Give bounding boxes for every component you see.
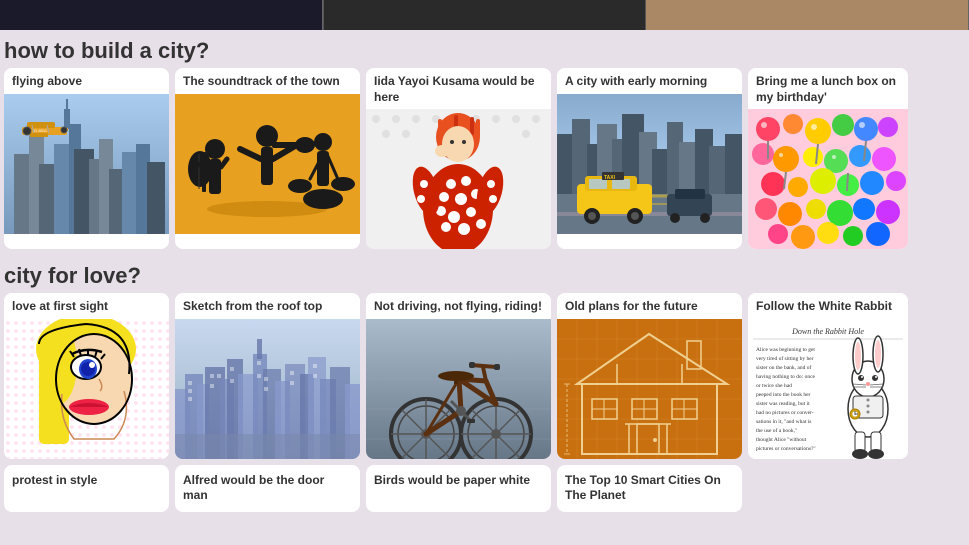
alice-svg: Down the Rabbit Hole xyxy=(748,319,908,459)
svg-text:sister on the bank, and of: sister on the bank, and of xyxy=(756,364,811,371)
skyline-svg xyxy=(175,319,360,459)
section-2-title: city for love? xyxy=(4,263,141,288)
svg-text:having nothing to do: once: having nothing to do: once xyxy=(756,374,816,380)
svg-text:thought Alice "without: thought Alice "without xyxy=(756,437,807,443)
card-rooftop[interactable]: Sketch from the roof top xyxy=(175,293,360,459)
top-image-strip xyxy=(0,0,969,30)
top-strip-img-2 xyxy=(323,0,647,30)
card-morning-title: A city with early morning xyxy=(557,68,742,94)
svg-text:peeped into the book her: peeped into the book her xyxy=(756,392,811,398)
nyc-svg: TAXI xyxy=(557,94,742,234)
card-lunch-image xyxy=(748,109,908,249)
section-1-header: how to build a city? xyxy=(0,30,969,68)
card-flying-above-title: flying above xyxy=(4,68,169,94)
svg-text:sations in it, "and what is: sations in it, "and what is xyxy=(756,419,811,425)
card-lunch-title: Bring me a lunch box on my birthday' xyxy=(748,68,908,109)
cards-row-1: flying above xyxy=(0,68,969,255)
bottom-card-birds-title: Birds would be paper white xyxy=(374,473,543,489)
card-kusama-title: Iida Yayoi Kusama would be here xyxy=(366,68,551,109)
card-plans-title: Old plans for the future xyxy=(557,293,742,319)
svg-text:the use of a book,": the use of a book," xyxy=(756,427,797,434)
card-rooftop-title: Sketch from the roof top xyxy=(175,293,360,319)
page-wrapper: how to build a city? flying above xyxy=(0,0,969,545)
svg-text:sister was reading, but it: sister was reading, but it xyxy=(756,401,810,407)
svg-text:Alice was beginning to get: Alice was beginning to get xyxy=(756,347,815,353)
card-plans[interactable]: Old plans for the future xyxy=(557,293,742,459)
card-love-sight-title: love at first sight xyxy=(4,293,169,319)
kusama-svg xyxy=(366,109,551,249)
svg-text:TAXI: TAXI xyxy=(604,175,616,181)
bottom-card-smart-inner: The Top 10 Smart Cities On The Planet xyxy=(557,465,742,512)
svg-text:G-6011: G-6011 xyxy=(34,128,48,133)
bottom-card-smart-title: The Top 10 Smart Cities On The Planet xyxy=(565,473,734,504)
blueprint-svg xyxy=(557,319,742,459)
card-soundtrack[interactable]: The soundtrack of the town xyxy=(175,68,360,249)
svg-text:or twice she had: or twice she had xyxy=(756,383,792,389)
card-bike[interactable]: Not driving, not flying, riding! xyxy=(366,293,551,459)
bottom-card-style[interactable]: protest in style xyxy=(4,465,169,512)
candy-svg xyxy=(748,109,908,249)
bottom-card-alfred-title: Alfred would be the door man xyxy=(183,473,352,504)
card-soundtrack-image xyxy=(175,94,360,234)
comic-svg xyxy=(4,319,169,459)
top-strip-img-1 xyxy=(0,0,323,30)
svg-text:Down the Rabbit Hole: Down the Rabbit Hole xyxy=(791,327,864,336)
card-plans-image xyxy=(557,319,742,459)
card-flying-above[interactable]: flying above xyxy=(4,68,169,249)
card-rooftop-image xyxy=(175,319,360,459)
top-strip-img-3 xyxy=(646,0,969,30)
biplane-svg: G-6011 xyxy=(4,94,169,234)
bottom-card-style-title: protest in style xyxy=(12,473,161,489)
bottom-card-alfred[interactable]: Alfred would be the door man xyxy=(175,465,360,512)
bottom-row: protest in style Alfred would be the doo… xyxy=(0,465,969,512)
svg-text:pictures or conversations?": pictures or conversations?" xyxy=(756,446,816,452)
bottom-card-birds-inner: Birds would be paper white xyxy=(366,465,551,500)
bottom-card-style-inner: protest in style xyxy=(4,465,169,500)
card-kusama-image xyxy=(366,109,551,249)
card-soundtrack-title: The soundtrack of the town xyxy=(175,68,360,94)
card-kusama[interactable]: Iida Yayoi Kusama would be here xyxy=(366,68,551,249)
bottom-card-birds[interactable]: Birds would be paper white xyxy=(366,465,551,512)
svg-text:had no pictures or conver-: had no pictures or conver- xyxy=(756,410,814,416)
card-morning-image: TAXI xyxy=(557,94,742,234)
bottom-card-alfred-inner: Alfred would be the door man xyxy=(175,465,360,512)
card-flying-above-image: G-6011 xyxy=(4,94,169,234)
card-rabbit-image: Down the Rabbit Hole xyxy=(748,319,908,459)
card-bike-title: Not driving, not flying, riding! xyxy=(366,293,551,319)
cards-row-2: love at first sight xyxy=(0,293,969,465)
section-2-header: city for love? xyxy=(0,255,969,293)
section-1-title: how to build a city? xyxy=(4,38,209,63)
card-rabbit[interactable]: Follow the White Rabbit Down the Rabbit … xyxy=(748,293,908,459)
card-love-sight-image xyxy=(4,319,169,459)
biplane-bg: G-6011 xyxy=(4,94,169,234)
card-lunch[interactable]: Bring me a lunch box on my birthday' xyxy=(748,68,908,249)
jazz-svg xyxy=(175,94,360,234)
bike-svg xyxy=(366,319,551,459)
card-love-sight[interactable]: love at first sight xyxy=(4,293,169,459)
card-bike-image xyxy=(366,319,551,459)
bottom-card-smart[interactable]: The Top 10 Smart Cities On The Planet xyxy=(557,465,742,512)
svg-text:very tired of sitting by her: very tired of sitting by her xyxy=(756,355,814,362)
card-morning[interactable]: A city with early morning xyxy=(557,68,742,249)
card-rabbit-title: Follow the White Rabbit xyxy=(748,293,908,319)
